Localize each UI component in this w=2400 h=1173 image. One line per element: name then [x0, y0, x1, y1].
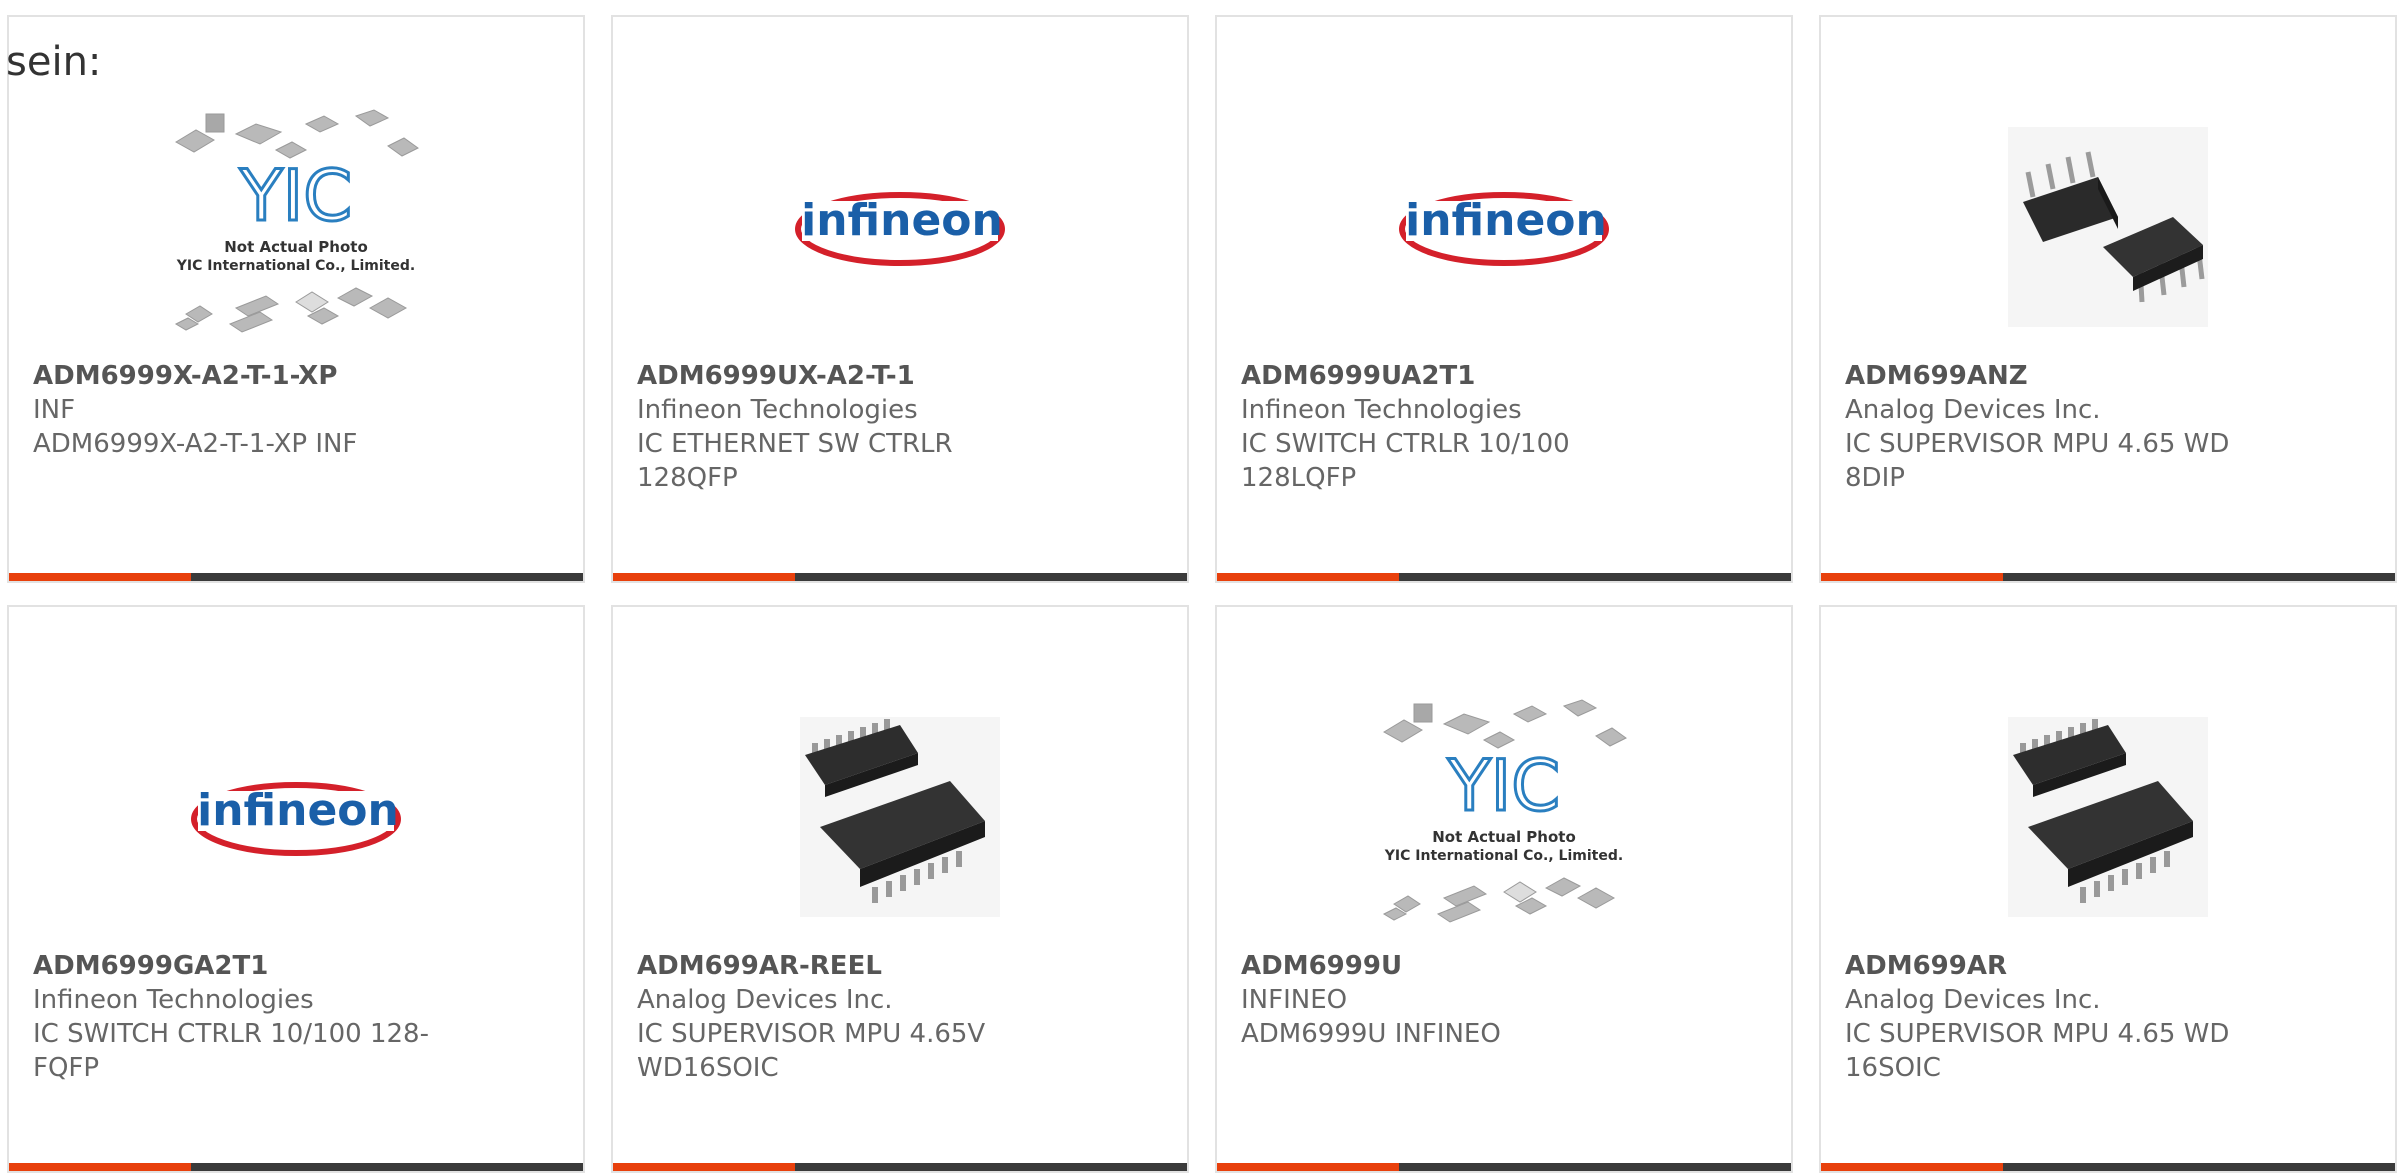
description: IC SUPERVISOR MPU 4.65 WD 16SOIC — [1845, 1019, 2230, 1083]
card-accent-bar — [1217, 1163, 1791, 1171]
page-heading: sein: — [6, 39, 102, 85]
card-accent-bar — [613, 1163, 1187, 1171]
card-accent-bar — [613, 573, 1187, 581]
svg-text:Not Actual Photo: Not Actual Photo — [224, 238, 368, 256]
part-number[interactable]: ADM699ANZ — [1845, 359, 2265, 393]
product-info: ADM699AR-REEL Analog Devices Inc. IC SUP… — [637, 949, 1057, 1085]
card-accent-bar — [1821, 1163, 2395, 1171]
card-accent-bar — [1217, 573, 1791, 581]
part-number[interactable]: ADM6999X-A2-T-1-XP — [33, 359, 453, 393]
product-info: ADM699ANZ Analog Devices Inc. IC SUPERVI… — [1845, 359, 2265, 495]
yic-mark: YIC — [1447, 745, 1560, 827]
product-card[interactable]: ADM699AR Analog Devices Inc. IC SUPERVIS… — [1819, 605, 2397, 1173]
infineon-logo-icon: infineon — [613, 87, 1187, 367]
svg-text:infineon: infineon — [1405, 195, 1607, 246]
manufacturer: Infineon Technologies — [637, 395, 918, 425]
manufacturer: Analog Devices Inc. — [1845, 395, 2101, 425]
product-card[interactable]: infineon ADM6999GA2T1 Infineon Technolog… — [7, 605, 585, 1173]
card-accent-bar — [9, 573, 583, 581]
product-info: ADM6999X-A2-T-1-XP INF ADM6999X-A2-T-1-X… — [33, 359, 453, 461]
product-info: ADM6999UX-A2-T-1 Infineon Technologies I… — [637, 359, 1057, 495]
soic-chip-icon — [1821, 677, 2395, 957]
part-number[interactable]: ADM6999U — [1241, 949, 1661, 983]
description: IC SWITCH CTRLR 10/100 128LQFP — [1241, 429, 1570, 493]
part-number[interactable]: ADM6999GA2T1 — [33, 949, 453, 983]
svg-text:infineon: infineon — [801, 195, 1003, 246]
manufacturer: INF — [33, 395, 76, 425]
description: ADM6999U INFINEO — [1241, 1019, 1501, 1049]
soic-chip-icon — [613, 677, 1187, 957]
product-card[interactable]: infineon ADM6999UA2T1 Infineon Technolog… — [1215, 15, 1793, 583]
product-card[interactable]: YIC Not Actual Photo YIC International C… — [7, 15, 585, 583]
part-number[interactable]: ADM699AR-REEL — [637, 949, 1057, 983]
svg-text:YIC International Co., Limited: YIC International Co., Limited. — [1384, 848, 1623, 864]
svg-text:Not Actual Photo: Not Actual Photo — [1432, 828, 1576, 846]
part-number[interactable]: ADM6999UA2T1 — [1241, 359, 1661, 393]
yic-mark: YIC — [239, 155, 352, 237]
manufacturer: INFINEO — [1241, 985, 1348, 1015]
description: ADM6999X-A2-T-1-XP INF — [33, 429, 358, 459]
yic-placeholder-icon: YIC Not Actual Photo YIC International C… — [9, 87, 583, 367]
manufacturer: Analog Devices Inc. — [1845, 985, 2101, 1015]
product-info: ADM699AR Analog Devices Inc. IC SUPERVIS… — [1845, 949, 2265, 1085]
description: IC SUPERVISOR MPU 4.65 WD 8DIP — [1845, 429, 2230, 493]
card-accent-bar — [9, 1163, 583, 1171]
product-info: ADM6999UA2T1 Infineon Technologies IC SW… — [1241, 359, 1661, 495]
description: IC SWITCH CTRLR 10/100 128-FQFP — [33, 1019, 429, 1083]
yic-placeholder-icon: YIC Not Actual Photo YIC International C… — [1217, 677, 1791, 957]
manufacturer: Infineon Technologies — [33, 985, 314, 1015]
infineon-logo-icon: infineon — [9, 677, 583, 957]
manufacturer: Infineon Technologies — [1241, 395, 1522, 425]
product-card[interactable]: infineon ADM6999UX-A2-T-1 Infineon Techn… — [611, 15, 1189, 583]
infineon-logo-icon: infineon — [1217, 87, 1791, 367]
part-number[interactable]: ADM699AR — [1845, 949, 2265, 983]
manufacturer: Analog Devices Inc. — [637, 985, 893, 1015]
product-card[interactable]: ADM699AR-REEL Analog Devices Inc. IC SUP… — [611, 605, 1189, 1173]
svg-text:infineon: infineon — [197, 785, 399, 836]
product-info: ADM6999U INFINEO ADM6999U INFINEO — [1241, 949, 1661, 1051]
description: IC ETHERNET SW CTRLR 128QFP — [637, 429, 953, 493]
description: IC SUPERVISOR MPU 4.65V WD16SOIC — [637, 1019, 986, 1083]
product-card[interactable]: YIC Not Actual Photo YIC International C… — [1215, 605, 1793, 1173]
card-accent-bar — [1821, 573, 2395, 581]
svg-text:YIC International Co., Limited: YIC International Co., Limited. — [176, 258, 415, 274]
part-number[interactable]: ADM6999UX-A2-T-1 — [637, 359, 1057, 393]
dip-chip-icon — [1821, 87, 2395, 367]
product-info: ADM6999GA2T1 Infineon Technologies IC SW… — [33, 949, 453, 1085]
product-card[interactable]: ADM699ANZ Analog Devices Inc. IC SUPERVI… — [1819, 15, 2397, 583]
